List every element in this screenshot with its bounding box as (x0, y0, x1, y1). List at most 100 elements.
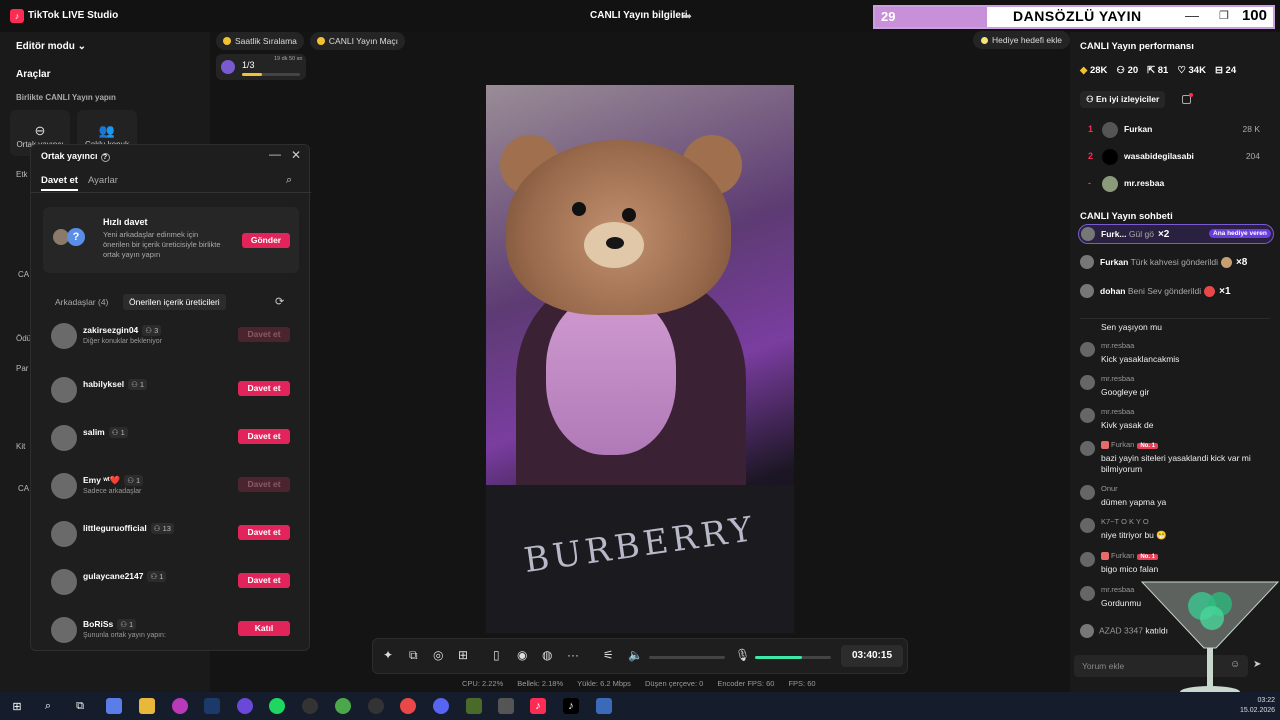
cpu-stat: CPU: 2.22% (462, 679, 504, 688)
invite-button[interactable]: Davet et (238, 381, 290, 396)
camera-icon[interactable]: ◍ (542, 648, 552, 662)
rank-badge: No. 1 (1137, 443, 1159, 449)
editor-mode-dropdown[interactable]: Editör modu ⌄ (16, 41, 86, 52)
phone-icon[interactable]: ▯ (493, 648, 500, 662)
close-icon[interactable]: ✕ (291, 148, 301, 162)
filter-icon[interactable]: ⧉ (409, 648, 418, 663)
more-icon[interactable]: ··· (567, 648, 579, 662)
tab-invite[interactable]: Davet et (41, 175, 78, 191)
ranking-row[interactable]: - mr.resbaa (1080, 173, 1270, 195)
instagram-icon[interactable] (172, 698, 188, 714)
quick-invite-title: Hızlı davet (103, 217, 148, 227)
divider (1080, 318, 1270, 319)
rank-score: 28 K (1242, 124, 1261, 134)
live-match-chip[interactable]: CANLI Yayın Maçı (309, 32, 406, 50)
app-icon[interactable] (498, 698, 514, 714)
tiktok-live-studio-icon[interactable]: ♪ (530, 698, 546, 714)
overlay-left-number: 29 (875, 7, 987, 27)
obs-icon[interactable] (368, 698, 384, 714)
gift-event: dohan Beni Sev gönderildi ×1 (1078, 282, 1274, 302)
avatar (51, 377, 77, 403)
avatar (51, 617, 77, 643)
tab-suggested-creators[interactable]: Önerilen içerik üreticileri (123, 294, 226, 310)
top-viewers-button[interactable]: ⚇ En iyi izleyiciler (1080, 91, 1166, 108)
people-icon: ⚇ (1116, 65, 1125, 76)
windows-taskbar (0, 692, 1280, 720)
mic-level-slider[interactable] (755, 656, 831, 659)
avatar (1080, 255, 1094, 269)
diamonds-stat: ◆ 28K (1080, 65, 1108, 76)
settings-sliders-icon[interactable]: ⚟ (603, 648, 614, 662)
add-source-icon[interactable]: ⊞ (458, 648, 468, 662)
overlay-title: DANSÖZLÜ YAYIN (1013, 8, 1142, 24)
maximize-icon[interactable]: ❐ (1219, 9, 1229, 22)
copilot-icon[interactable] (106, 698, 122, 714)
performance-stats-row: ◆ 28K ⚇ 20 ⇱ 81 ♡ 34K ⊟ 24 (1080, 65, 1236, 76)
tab-settings[interactable]: Ayarlar (88, 175, 118, 186)
top-gifter-badge: Ana hediye veren (1209, 229, 1271, 238)
creator-name: zakirsezgin04 ⚇ 3 (83, 325, 162, 336)
left-hidden-label: Par (16, 364, 29, 373)
minimize-icon[interactable]: — (1185, 7, 1199, 23)
steam-icon[interactable] (204, 698, 220, 714)
effects-icon[interactable]: ✦ (383, 648, 393, 662)
record-icon[interactable]: ◉ (517, 648, 527, 662)
avatar (1080, 518, 1095, 533)
task-view-icon[interactable]: ⧉ (72, 698, 88, 714)
app-icon[interactable] (596, 698, 612, 714)
share-icon[interactable]: ➦ (682, 9, 692, 23)
likes-stat: ♡ 34K (1177, 65, 1206, 76)
bottom-toolbar: ✦ ⧉ ◎ ⊞ ▯ ◉ ◍ ··· ⚟ 🔈 🎙 03:40:15 (372, 638, 908, 674)
rank-name: wasabidegilasabi (1124, 151, 1194, 161)
avatar (1080, 375, 1095, 390)
refresh-icon[interactable]: ⟳ (275, 295, 284, 308)
discord-icon[interactable] (433, 698, 449, 714)
invite-button[interactable]: Davet et (238, 525, 290, 540)
chat-username: mr.resbaa (1101, 341, 1135, 350)
gift-goal-progress[interactable]: 1/3 19 dk 50 sn (216, 54, 306, 80)
trophy-icon (223, 37, 231, 45)
live-timer: 03:40:15 (841, 645, 903, 667)
invite-button[interactable]: Davet et (238, 327, 290, 342)
invite-button[interactable]: Davet et (238, 573, 290, 588)
tiktok-icon[interactable]: ♪ (563, 698, 579, 714)
tab-friends[interactable]: Arkadaşlar (4) (49, 294, 114, 310)
search-icon[interactable]: ⌕ (286, 174, 292, 187)
stream-info-link[interactable]: CANLI Yayın bilgileri (590, 10, 688, 21)
send-button[interactable]: Gönder (242, 233, 290, 248)
avatar (51, 521, 77, 547)
speaker-icon[interactable]: 🔈 (628, 648, 643, 662)
hourly-ranking-chip[interactable]: Saatlik Sıralama (216, 32, 304, 50)
beauty-icon[interactable]: ◎ (433, 648, 443, 662)
help-icon[interactable]: ? (100, 153, 110, 162)
chevron-down-icon: ⌄ (77, 41, 87, 52)
live-video-preview[interactable]: BURBERRY (486, 85, 794, 633)
gift-multiplier: ×2 (1157, 229, 1170, 240)
chrome-icon[interactable] (335, 698, 351, 714)
spotify-icon[interactable] (269, 698, 285, 714)
minecraft-icon[interactable] (466, 698, 482, 714)
invite-button[interactable]: Davet et (238, 477, 290, 492)
tools-title: Araçlar (16, 69, 51, 80)
search-icon[interactable]: ⌕ (40, 698, 56, 714)
list-item: littleguruofficial ⚇ 13 Davet et (49, 517, 299, 553)
guest-count: ⚇ 3 (142, 325, 162, 336)
chat-text: niye titriyor bu 😁 (1101, 530, 1167, 540)
avatar (1080, 624, 1094, 638)
ranking-row[interactable]: 2 wasabidegilasabi 204 (1080, 146, 1270, 168)
goal-time: 19 dk 50 sn (274, 56, 303, 62)
app-icon[interactable] (237, 698, 253, 714)
minimize-icon[interactable]: — (269, 147, 281, 161)
invite-button[interactable]: Davet et (238, 429, 290, 444)
windows-start-icon[interactable]: ⊞ (9, 698, 25, 714)
chat-text: Sen yaşıyon mu (1101, 322, 1162, 332)
invite-button[interactable]: Katıl (238, 621, 290, 636)
file-explorer-icon[interactable] (139, 698, 155, 714)
app-icon[interactable] (302, 698, 318, 714)
add-gift-goal-button[interactable]: Hediye hedefi ekle (973, 31, 1070, 49)
microphone-icon[interactable]: 🎙 (735, 648, 750, 662)
ranking-row[interactable]: 1 Furkan 28 K (1080, 119, 1270, 141)
volume-slider[interactable] (649, 656, 725, 659)
chat-username: mr.resbaa (1101, 374, 1135, 383)
app-icon[interactable] (400, 698, 416, 714)
